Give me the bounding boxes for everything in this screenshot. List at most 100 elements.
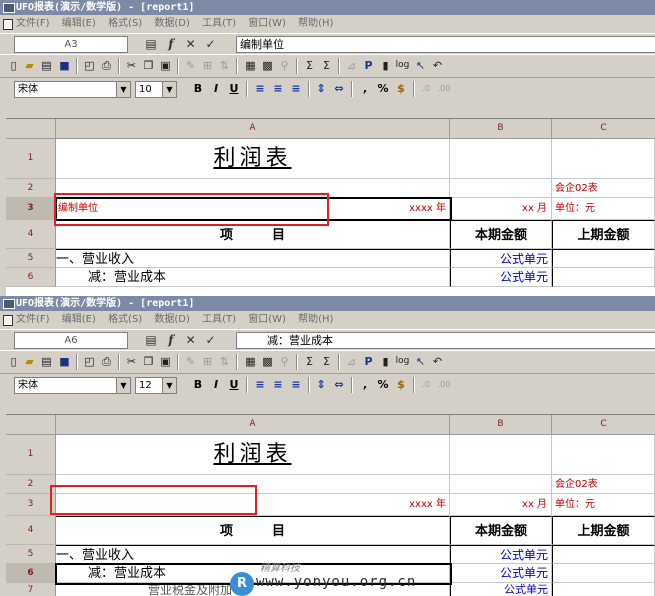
row-header[interactable]: 5 — [6, 249, 56, 268]
column-header-c[interactable]: C — [552, 415, 655, 435]
form-code[interactable]: 会企02表 — [552, 179, 655, 198]
row-header[interactable]: 2 — [6, 179, 56, 198]
p-icon[interactable]: P — [361, 58, 376, 73]
horizontal-align-icon[interactable]: ⇔ — [331, 81, 347, 97]
confirm-icon[interactable]: ✓ — [202, 36, 218, 52]
paste-icon[interactable]: ▣ — [158, 354, 173, 369]
row5-previous[interactable] — [552, 545, 655, 564]
undo-icon[interactable]: ↶ — [430, 58, 445, 73]
log-icon[interactable]: log — [395, 354, 410, 369]
menu-data[interactable]: 数据(D) — [154, 314, 190, 325]
underline-button[interactable]: U — [226, 81, 242, 97]
vertical-align-icon[interactable]: ⇕ — [313, 377, 329, 393]
column-header-c[interactable]: C — [552, 119, 655, 139]
column-header-b[interactable]: B — [450, 415, 552, 435]
unit-label[interactable]: 单位：元 — [552, 494, 655, 516]
vertical-align-icon[interactable]: ⇕ — [313, 81, 329, 97]
table-icon[interactable]: ▦ — [243, 354, 258, 369]
function-list-icon[interactable]: ▤ — [143, 36, 159, 52]
font-select[interactable]: 宋体 ▼ — [14, 81, 131, 98]
menu-file[interactable]: 文件(F) — [16, 314, 50, 325]
sum-row-icon[interactable]: Σ — [319, 58, 334, 73]
percent-button[interactable]: % — [375, 81, 391, 97]
cell-b1[interactable] — [450, 435, 552, 475]
form-code[interactable]: 会企02表 — [552, 475, 655, 494]
find-icon[interactable]: ⚲ — [277, 354, 292, 369]
row5-current-formula[interactable]: 公式单元 — [450, 249, 552, 268]
sum-row-icon[interactable]: Σ — [319, 354, 334, 369]
row-header[interactable]: 2 — [6, 475, 56, 494]
report-title[interactable]: 利润表 — [56, 139, 450, 179]
format-painter-icon[interactable]: ✎ — [183, 58, 198, 73]
row-header[interactable]: 4 — [6, 220, 56, 249]
align-left-icon[interactable]: ≡ — [252, 81, 268, 97]
row5-item[interactable]: 一、营业收入 — [56, 249, 450, 268]
sum-icon[interactable]: Σ — [302, 354, 317, 369]
decrease-decimal-icon[interactable]: .00 — [436, 377, 452, 393]
menu-tools[interactable]: 工具(T) — [202, 314, 236, 325]
chevron-down-icon[interactable]: ▼ — [116, 82, 130, 97]
document-icon[interactable] — [3, 19, 13, 30]
row-header[interactable]: 7 — [6, 583, 56, 596]
align-right-icon[interactable]: ≡ — [288, 377, 304, 393]
open-icon[interactable]: ▰ — [22, 354, 37, 369]
bold-button[interactable]: B — [190, 377, 206, 393]
row-header-selected[interactable]: 6 — [6, 564, 56, 583]
sum-icon[interactable]: Σ — [302, 58, 317, 73]
menu-edit[interactable]: 编辑(E) — [62, 314, 96, 325]
currency-button[interactable]: $ — [393, 377, 409, 393]
previous-amount-header[interactable]: 上期金额 — [552, 516, 655, 545]
comma-button[interactable]: , — [357, 81, 373, 97]
bold-button[interactable]: B — [190, 81, 206, 97]
cut-icon[interactable]: ✂ — [124, 354, 139, 369]
function-list-icon[interactable]: ▤ — [143, 332, 159, 348]
format-painter-icon[interactable]: ✎ — [183, 354, 198, 369]
doc-icon[interactable]: ▮ — [378, 354, 393, 369]
sort-icon[interactable]: ⇅ — [217, 354, 232, 369]
copy-icon[interactable]: ❐ — [141, 354, 156, 369]
paste-icon[interactable]: ▣ — [158, 58, 173, 73]
fx-icon[interactable]: f — [163, 332, 179, 348]
row6-previous[interactable] — [552, 564, 655, 583]
font-size-select[interactable]: 10 ▼ — [135, 81, 177, 98]
menu-tools[interactable]: 工具(T) — [202, 18, 236, 29]
print-preview-icon[interactable]: ◰ — [82, 354, 97, 369]
copy-doc-icon[interactable]: ▤ — [39, 354, 54, 369]
save-icon[interactable]: ■ — [57, 58, 72, 73]
italic-button[interactable]: I — [208, 377, 224, 393]
cell-reference-box[interactable]: A3 — [14, 36, 128, 53]
column-header-a[interactable]: A — [56, 119, 450, 139]
item-header[interactable]: 项 目 — [56, 516, 450, 545]
increase-decimal-icon[interactable]: .0 — [418, 81, 434, 97]
decrease-decimal-icon[interactable]: .00 — [436, 81, 452, 97]
row-header[interactable]: 3 — [6, 494, 56, 516]
align-left-icon[interactable]: ≡ — [252, 377, 268, 393]
current-amount-header[interactable]: 本期金额 — [450, 516, 552, 545]
row-header[interactable]: 5 — [6, 545, 56, 564]
insert-icon[interactable]: ⊞ — [200, 58, 215, 73]
print-icon[interactable]: ⎙ — [99, 58, 114, 73]
column-header-a[interactable]: A — [56, 415, 450, 435]
row7-current-formula[interactable]: 公式单元 — [450, 583, 552, 596]
help-icon[interactable]: ↖ — [413, 58, 428, 73]
cell-c1[interactable] — [552, 139, 655, 179]
row6-current-formula[interactable]: 公式单元 — [450, 564, 552, 583]
document-icon[interactable] — [3, 315, 13, 326]
chevron-down-icon[interactable]: ▼ — [162, 378, 176, 393]
row7-previous[interactable] — [552, 583, 655, 596]
increase-decimal-icon[interactable]: .0 — [418, 377, 434, 393]
help-icon[interactable]: ↖ — [413, 354, 428, 369]
cell-b1[interactable] — [450, 139, 552, 179]
report-title[interactable]: 利润表 — [56, 435, 450, 475]
filter-icon[interactable]: ⊿ — [344, 58, 359, 73]
chevron-down-icon[interactable]: ▼ — [116, 378, 130, 393]
insert-icon[interactable]: ⊞ — [200, 354, 215, 369]
horizontal-align-icon[interactable]: ⇔ — [331, 377, 347, 393]
align-right-icon[interactable]: ≡ — [288, 81, 304, 97]
save-icon[interactable]: ■ — [57, 354, 72, 369]
copy-icon[interactable]: ❐ — [141, 58, 156, 73]
cancel-icon[interactable]: ✕ — [183, 36, 199, 52]
confirm-icon[interactable]: ✓ — [202, 332, 218, 348]
row-header[interactable]: 4 — [6, 516, 56, 545]
menu-data[interactable]: 数据(D) — [154, 18, 190, 29]
